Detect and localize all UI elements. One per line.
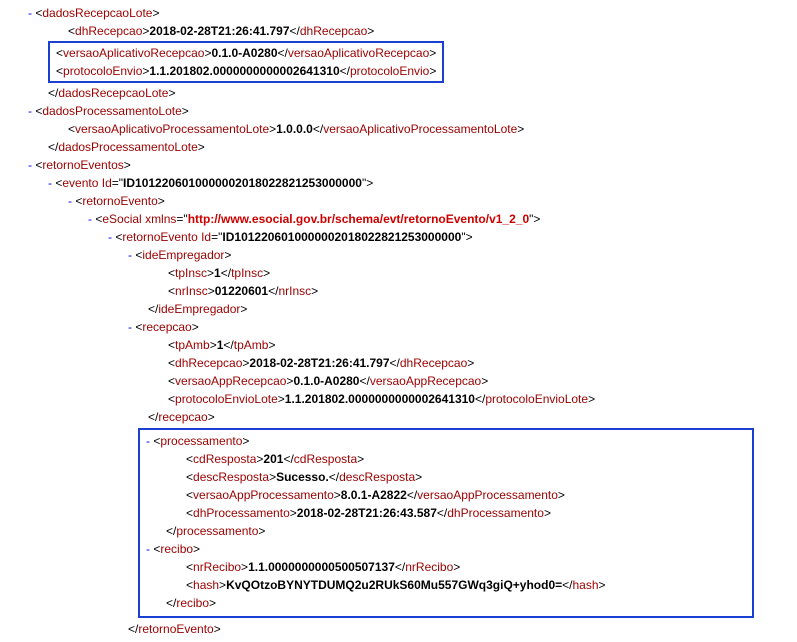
xml-line: </processamento> xyxy=(146,522,746,540)
retorno-evento-id: ID1012206010000002018022821253000000 xyxy=(222,230,461,244)
xml-line: <nrRecibo>1.1.0000000000500507137</nrRec… xyxy=(146,558,746,576)
xml-line: <retornoEventos> xyxy=(8,156,789,174)
xml-line: </ideEmpregador> xyxy=(8,300,789,318)
xml-line: <recepcao> xyxy=(8,318,789,336)
xml-line: <eSocial xmlns="http://www.esocial.gov.b… xyxy=(8,210,789,228)
collapse-toggle[interactable] xyxy=(28,6,35,20)
xml-line: <nrInsc>01220601</nrInsc> xyxy=(8,282,789,300)
collapse-toggle[interactable] xyxy=(108,230,115,244)
xml-line: <processamento> xyxy=(146,432,746,450)
collapse-toggle[interactable] xyxy=(128,248,135,262)
xml-line: <retornoEvento Id="ID1012206010000002018… xyxy=(8,228,789,246)
highlight-box-processamento: <processamento> <cdResposta>201</cdRespo… xyxy=(138,428,754,618)
xml-line: <versaoAppProcessamento>8.0.1-A2822</ver… xyxy=(146,486,746,504)
xml-line: <dhRecepcao>2018-02-28T21:26:41.797</dhR… xyxy=(8,354,789,372)
xml-line: <versaoAplicativoProcessamentoLote>1.0.0… xyxy=(8,120,789,138)
collapse-toggle[interactable] xyxy=(28,104,35,118)
xml-line: </dadosProcessamentoLote> xyxy=(8,138,789,156)
xml-line: <dhProcessamento>2018-02-28T21:26:43.587… xyxy=(146,504,746,522)
xml-line: <retornoEvento> xyxy=(8,192,789,210)
protocolo-envio-value: 1.1.201802.0000000000002641310 xyxy=(149,64,339,78)
xml-line: <cdResposta>201</cdResposta> xyxy=(146,450,746,468)
collapse-toggle[interactable] xyxy=(28,158,35,172)
xml-line: <dadosRecepcaoLote> xyxy=(8,4,789,22)
collapse-toggle[interactable] xyxy=(146,542,153,556)
collapse-toggle[interactable] xyxy=(128,320,135,334)
xml-line: <dadosProcessamentoLote> xyxy=(8,102,789,120)
xml-line: </dadosRecepcaoLote> xyxy=(8,84,789,102)
xml-line: <versaoAppRecepcao>0.1.0-A0280</versaoAp… xyxy=(8,372,789,390)
xml-line: <evento Id="ID10122060100000020180228212… xyxy=(8,174,789,192)
tag-open: dadosRecepcaoLote xyxy=(42,6,152,20)
evento-id: ID1012206010000002018022821253000000 xyxy=(123,176,362,190)
collapse-toggle[interactable] xyxy=(48,176,55,190)
highlight-box-protocolo: <versaoAplicativoRecepcao>0.1.0-A0280</v… xyxy=(48,41,444,83)
dh-recepcao-value: 2018-02-28T21:26:41.797 xyxy=(149,24,289,38)
highlighted-protocolo-section: <versaoAplicativoRecepcao>0.1.0-A0280</v… xyxy=(8,40,789,84)
esocial-xmlns: http://www.esocial.gov.br/schema/evt/ret… xyxy=(188,212,529,226)
xml-line: <ideEmpregador> xyxy=(8,246,789,264)
xml-line: <hash>KvQOtzoBYNYTDUMQ2u2RUkS60Mu557GWq3… xyxy=(146,576,746,594)
xml-line: <tpAmb>1</tpAmb> xyxy=(8,336,789,354)
xml-line: <dhRecepcao>2018-02-28T21:26:41.797</dhR… xyxy=(8,22,789,40)
xml-line: </recepcao> xyxy=(8,408,789,426)
xml-line: <tpInsc>1</tpInsc> xyxy=(8,264,789,282)
collapse-toggle[interactable] xyxy=(146,434,153,448)
xml-line: <descResposta>Sucesso.</descResposta> xyxy=(146,468,746,486)
xml-line: </recibo> xyxy=(146,594,746,612)
xml-line: <recibo> xyxy=(146,540,746,558)
xml-line: </retornoEvento> xyxy=(8,620,789,638)
collapse-toggle[interactable] xyxy=(88,212,95,226)
collapse-toggle[interactable] xyxy=(68,194,75,208)
xml-line: <protocoloEnvioLote>1.1.201802.000000000… xyxy=(8,390,789,408)
